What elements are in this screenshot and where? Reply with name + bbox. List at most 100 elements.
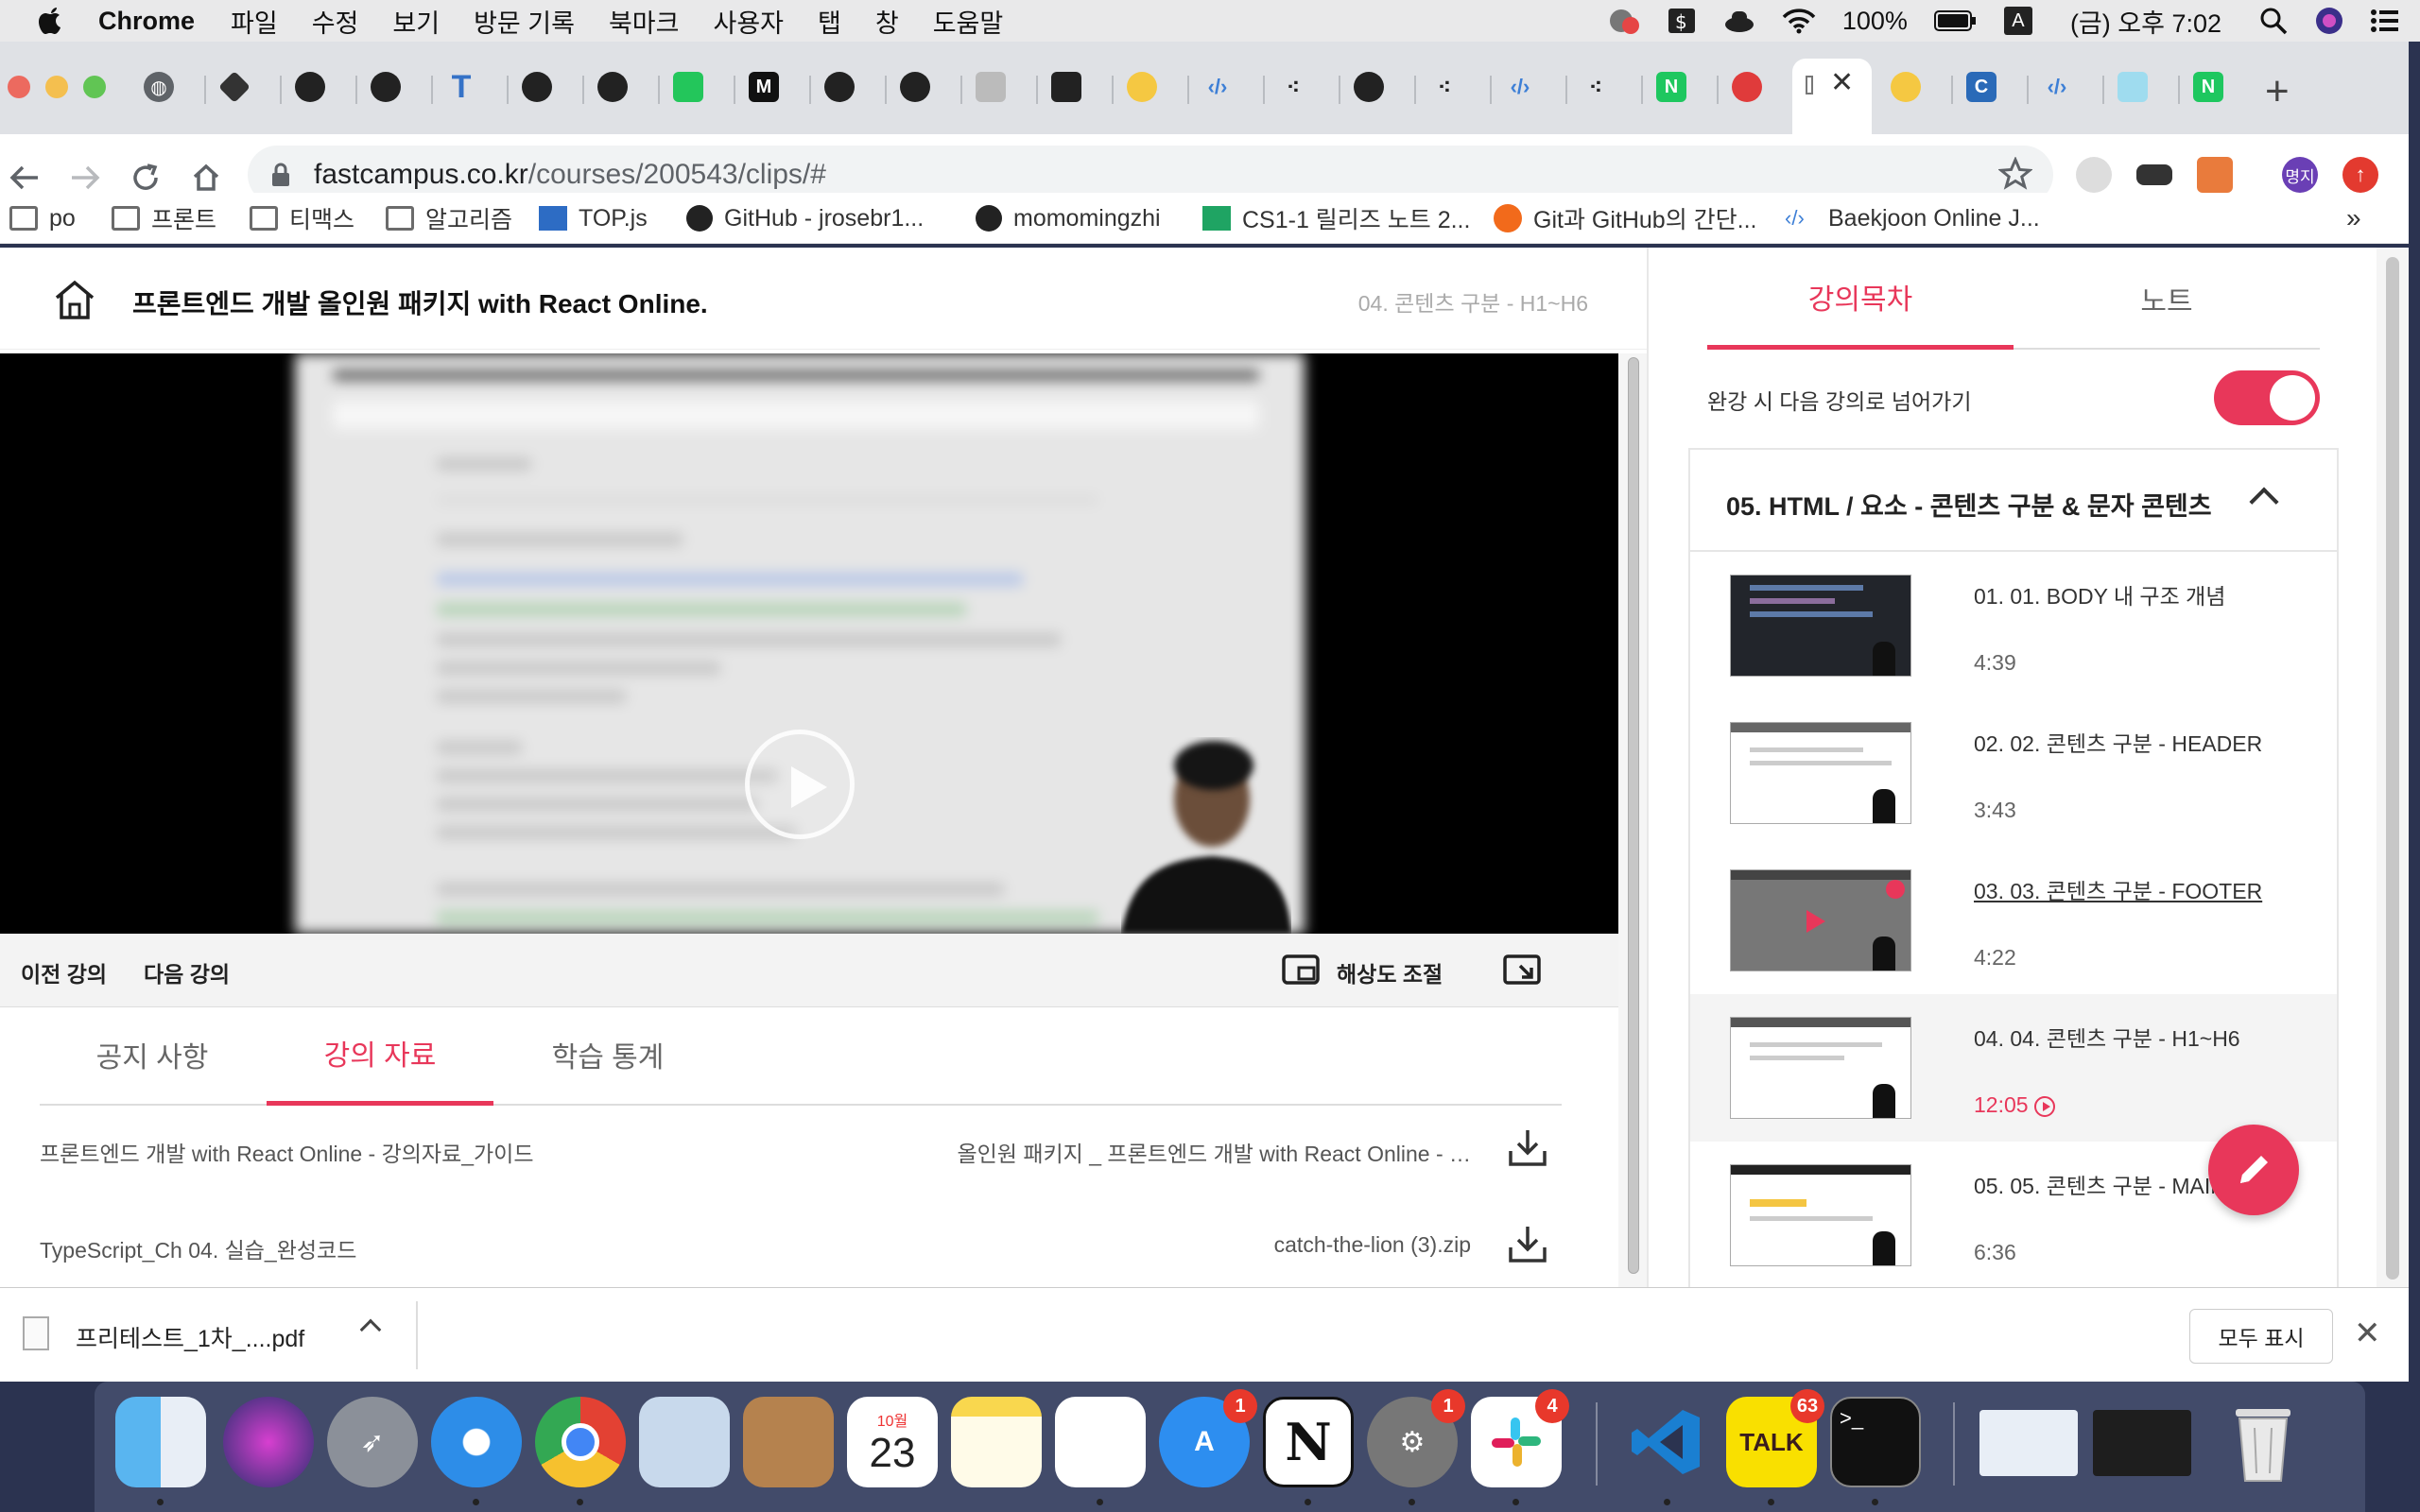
- bookmark-github-jrosebr[interactable]: GitHub - jrosebr1...: [686, 200, 924, 236]
- popout-player-icon[interactable]: [1503, 953, 1543, 991]
- download-file-name[interactable]: 프리테스트_1차_....pdf: [76, 1320, 304, 1354]
- chrome-icon[interactable]: [535, 1397, 626, 1487]
- lesson-item[interactable]: 02. 02. 콘텐츠 구분 - HEADER 3:43: [1690, 699, 2337, 847]
- apple-menu-icon[interactable]: [38, 5, 66, 37]
- bookmarks-overflow-chevron[interactable]: »: [2346, 200, 2361, 236]
- menu-bookmarks[interactable]: 북마크: [609, 3, 680, 40]
- wifi-icon[interactable]: [1782, 8, 1816, 34]
- tab-doc-icon[interactable]: [976, 72, 1006, 102]
- bookmark-folder-tmax[interactable]: 티맥스: [250, 200, 354, 236]
- play-button[interactable]: [745, 730, 855, 839]
- update-icon[interactable]: ↑: [2342, 157, 2378, 193]
- tab-ghost-icon[interactable]: [2118, 72, 2148, 102]
- control-center-icon[interactable]: [2371, 9, 2399, 33]
- tab-stats[interactable]: 학습 통계: [495, 1004, 720, 1106]
- section-header[interactable]: 05. HTML / 요소 - 콘텐츠 구분 & 문자 콘텐츠: [1688, 448, 2339, 552]
- download-icon[interactable]: [1507, 1223, 1548, 1264]
- launchpad-icon[interactable]: ➶: [327, 1397, 418, 1487]
- vscode-icon[interactable]: [1622, 1397, 1713, 1487]
- video-player[interactable]: [0, 353, 1618, 934]
- contacts-icon[interactable]: [743, 1397, 834, 1487]
- siri-icon[interactable]: [2314, 6, 2344, 36]
- tab-ball-icon[interactable]: [1732, 72, 1762, 102]
- active-app-name[interactable]: Chrome: [98, 7, 195, 36]
- terminal-icon[interactable]: >_: [1830, 1397, 1921, 1487]
- tab-github-icon[interactable]: [900, 72, 930, 102]
- tab-curriculum[interactable]: 강의목차: [1707, 248, 2014, 350]
- tab-c-icon[interactable]: C: [1966, 72, 1996, 102]
- menu-view[interactable]: 보기: [392, 3, 440, 40]
- resolution-icon[interactable]: [1282, 953, 1322, 991]
- menu-file[interactable]: 파일: [231, 3, 278, 40]
- next-lecture-button[interactable]: 다음 강의: [144, 956, 230, 988]
- extension-layers-icon[interactable]: [2197, 157, 2233, 193]
- content-scrollbar[interactable]: [1618, 353, 1647, 1289]
- scrollbar-thumb[interactable]: [2386, 257, 2399, 1280]
- dollar-status-icon[interactable]: $: [1667, 7, 1697, 35]
- bookmark-baekjoon[interactable]: ‹/› Baekjoon Online J...: [1785, 200, 2040, 236]
- tab-github-icon[interactable]: [522, 72, 552, 102]
- download-icon[interactable]: [1507, 1126, 1548, 1168]
- minimize-window-button[interactable]: [45, 76, 68, 98]
- bookmark-star-icon[interactable]: [1997, 156, 2033, 196]
- url-text[interactable]: fastcampus.co.kr/courses/200543/clips/#: [314, 159, 826, 191]
- safari-icon[interactable]: [431, 1397, 522, 1487]
- battery-percent[interactable]: 100%: [1842, 7, 1908, 36]
- scrollbar-thumb[interactable]: [1628, 357, 1639, 1274]
- close-window-button[interactable]: [8, 76, 30, 98]
- calendar-icon[interactable]: 10월 23: [847, 1397, 938, 1487]
- edit-note-button[interactable]: [2208, 1125, 2299, 1215]
- menu-window[interactable]: 창: [875, 3, 899, 40]
- siri-app-icon[interactable]: [223, 1397, 314, 1487]
- notification-status-icon[interactable]: [1608, 7, 1640, 35]
- trash-icon[interactable]: [2218, 1397, 2308, 1487]
- notion-icon[interactable]: N: [1263, 1397, 1354, 1487]
- tab-baekjoon-icon[interactable]: ‹/›: [2042, 72, 2072, 102]
- profile-avatar[interactable]: 명지: [2282, 157, 2318, 193]
- tab-code-icon[interactable]: [1051, 72, 1081, 102]
- autonext-toggle[interactable]: [2214, 370, 2320, 425]
- menu-people[interactable]: 사용자: [713, 3, 784, 40]
- panel-scrollbar[interactable]: [2377, 248, 2409, 1287]
- tab-baekjoon-icon[interactable]: ‹/›: [1202, 72, 1233, 102]
- tab-globe-icon[interactable]: ◍: [144, 72, 174, 102]
- tab-notes[interactable]: 노트: [2014, 248, 2320, 350]
- tab-moon-icon[interactable]: [1891, 72, 1921, 102]
- menu-history[interactable]: 방문 기록: [474, 3, 575, 40]
- reload-icon[interactable]: [127, 159, 164, 197]
- mail-icon[interactable]: [639, 1397, 730, 1487]
- tab-baekjoon-icon[interactable]: ‹/›: [1505, 72, 1535, 102]
- extension-mask-icon[interactable]: [2136, 164, 2172, 185]
- bookmark-folder-front[interactable]: 프론트: [112, 200, 216, 236]
- close-shelf-icon[interactable]: ✕: [2354, 1314, 2381, 1352]
- course-home-icon[interactable]: [53, 278, 96, 321]
- close-tab-icon[interactable]: ✕: [1830, 66, 1854, 99]
- tab-blog-icon[interactable]: [673, 72, 703, 102]
- tab-materials[interactable]: 강의 자료: [267, 1004, 493, 1106]
- slack-icon[interactable]: 4: [1471, 1389, 1569, 1487]
- home-icon[interactable]: [187, 159, 225, 197]
- chevron-up-icon[interactable]: [2249, 487, 2279, 517]
- minimized-vscode-window[interactable]: [2093, 1410, 2191, 1476]
- zoom-window-button[interactable]: [83, 76, 106, 98]
- reminders-icon[interactable]: [1055, 1397, 1146, 1487]
- tab-dots-icon[interactable]: ⁖: [1581, 72, 1611, 102]
- finder-icon[interactable]: [115, 1397, 206, 1487]
- menu-edit[interactable]: 수정: [312, 3, 359, 40]
- lesson-item[interactable]: 03. 03. 콘텐츠 구분 - FOOTER 4:22: [1690, 847, 2337, 994]
- menubar-clock[interactable]: (금) 오후 7:02: [2070, 3, 2221, 40]
- incognito-status-icon[interactable]: [1723, 8, 1755, 34]
- input-source[interactable]: A: [2003, 7, 2032, 35]
- extension-gear-icon[interactable]: [2076, 157, 2112, 193]
- menu-help[interactable]: 도움말: [933, 3, 1004, 40]
- tab-notice[interactable]: 공지 사항: [40, 1004, 265, 1106]
- bookmark-folder-algorithm[interactable]: 알고리즘: [386, 200, 512, 236]
- forward-arrow-icon[interactable]: [66, 159, 104, 197]
- tab-dots-icon[interactable]: ⁖: [1278, 72, 1308, 102]
- lesson-item-current[interactable]: 04. 04. 콘텐츠 구분 - H1~H6 12:05: [1690, 994, 2337, 1142]
- lock-icon[interactable]: [270, 163, 291, 192]
- tab-t-icon[interactable]: T: [446, 69, 476, 105]
- tab-github-icon[interactable]: [371, 72, 401, 102]
- bookmark-git-github[interactable]: Git과 GitHub의 간단...: [1494, 200, 1756, 236]
- chevron-up-icon[interactable]: [359, 1318, 382, 1341]
